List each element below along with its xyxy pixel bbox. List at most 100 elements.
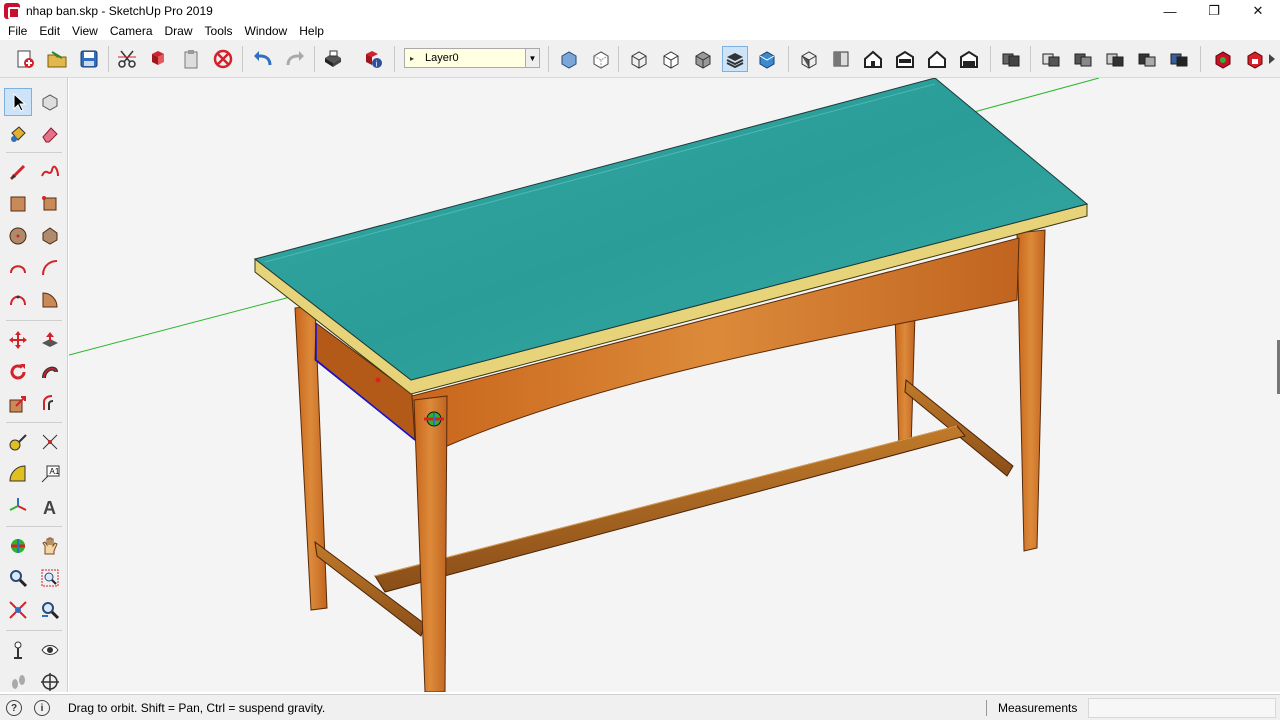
split-icon[interactable] bbox=[1166, 46, 1192, 72]
new-file-icon[interactable] bbox=[12, 46, 38, 72]
menu-file[interactable]: File bbox=[2, 24, 33, 38]
offset-tool-icon[interactable] bbox=[36, 390, 64, 418]
section-plane-icon[interactable] bbox=[36, 668, 64, 696]
cut-icon[interactable] bbox=[114, 46, 140, 72]
arc-tool-icon[interactable] bbox=[4, 254, 32, 282]
follow-me-icon[interactable] bbox=[36, 358, 64, 386]
left-view-icon[interactable] bbox=[956, 46, 982, 72]
extension-warehouse-icon[interactable] bbox=[1210, 46, 1236, 72]
tape-measure-icon[interactable] bbox=[4, 428, 32, 456]
wireframe-style-icon[interactable] bbox=[626, 46, 652, 72]
select-tool-icon[interactable] bbox=[4, 88, 32, 116]
menu-edit[interactable]: Edit bbox=[33, 24, 66, 38]
menu-help[interactable]: Help bbox=[293, 24, 330, 38]
title-bar: nhap ban.skp - SketchUp Pro 2019 — ❐ ✕ bbox=[0, 0, 1280, 22]
layer-dropdown-value: Layer0 bbox=[425, 52, 459, 64]
freehand-tool-icon[interactable] bbox=[36, 158, 64, 186]
copy-icon[interactable] bbox=[146, 46, 172, 72]
zoom-extents-icon[interactable] bbox=[4, 596, 32, 624]
print-icon[interactable] bbox=[320, 46, 346, 72]
window-title: nhap ban.skp - SketchUp Pro 2019 bbox=[26, 4, 213, 18]
look-around-eye-icon[interactable] bbox=[36, 636, 64, 664]
chevron-down-icon[interactable]: ▼ bbox=[525, 49, 539, 67]
monochrome-style-icon[interactable] bbox=[754, 46, 780, 72]
shaded-style-icon[interactable] bbox=[690, 46, 716, 72]
back-edges-style-icon[interactable] bbox=[588, 46, 614, 72]
restore-button[interactable]: ❐ bbox=[1192, 0, 1236, 22]
circle-tool-icon[interactable] bbox=[4, 222, 32, 250]
model-viewport[interactable] bbox=[69, 78, 1280, 692]
previous-view-icon[interactable] bbox=[36, 596, 64, 624]
back-right-leg bbox=[894, 313, 916, 451]
layer-pointer-icon: ▸ bbox=[409, 53, 414, 63]
menu-camera[interactable]: Camera bbox=[104, 24, 159, 38]
position-camera-icon[interactable] bbox=[4, 636, 32, 664]
green-axis-line-back bbox=[973, 78, 1100, 113]
credits-info-icon[interactable]: i bbox=[34, 700, 50, 716]
undo-icon[interactable] bbox=[250, 46, 276, 72]
back-view-icon[interactable] bbox=[924, 46, 950, 72]
scale-tool-icon[interactable] bbox=[4, 390, 32, 418]
status-divider bbox=[986, 700, 987, 716]
front-view-icon[interactable] bbox=[860, 46, 886, 72]
xray-style-icon[interactable] bbox=[556, 46, 582, 72]
minimize-button[interactable]: — bbox=[1148, 0, 1192, 22]
model-info-icon[interactable]: i bbox=[360, 46, 386, 72]
svg-text:A1: A1 bbox=[50, 467, 60, 476]
rectangle-tool-icon[interactable] bbox=[4, 190, 32, 218]
rotated-rectangle-icon[interactable] bbox=[36, 190, 64, 218]
three-point-arc-icon[interactable] bbox=[4, 286, 32, 314]
protractor-icon[interactable] bbox=[4, 460, 32, 488]
two-point-arc-icon[interactable] bbox=[36, 254, 64, 282]
paint-bucket-icon[interactable] bbox=[4, 120, 32, 148]
large-tool-set-palette: A1 A bbox=[0, 78, 68, 692]
svg-text:A: A bbox=[43, 498, 56, 516]
make-component-icon[interactable] bbox=[36, 88, 64, 116]
right-view-icon[interactable] bbox=[892, 46, 918, 72]
toolbar-overflow-icon[interactable] bbox=[1264, 46, 1280, 72]
svg-text:i: i bbox=[376, 60, 378, 69]
3d-text-icon[interactable]: A bbox=[36, 492, 64, 520]
measurements-input[interactable] bbox=[1088, 698, 1276, 718]
geo-location-icon[interactable]: ? bbox=[6, 700, 22, 716]
left-side-stretcher bbox=[314, 540, 426, 637]
close-window-button[interactable]: ✕ bbox=[1236, 0, 1280, 22]
trim-icon[interactable] bbox=[1134, 46, 1160, 72]
subtract-icon[interactable] bbox=[1070, 46, 1096, 72]
intersect-icon[interactable] bbox=[1102, 46, 1128, 72]
outer-shell-icon[interactable] bbox=[998, 46, 1024, 72]
axes-tool-icon[interactable] bbox=[4, 492, 32, 520]
open-folder-icon[interactable] bbox=[44, 46, 70, 72]
erase-delete-icon[interactable] bbox=[210, 46, 236, 72]
paste-icon[interactable] bbox=[178, 46, 204, 72]
dimension-tool-icon[interactable] bbox=[36, 428, 64, 456]
shaded-with-textures-style-icon[interactable] bbox=[722, 46, 748, 72]
move-tool-icon[interactable] bbox=[4, 326, 32, 354]
window-controls: — ❐ ✕ bbox=[1148, 0, 1280, 22]
text-tool-icon[interactable]: A1 bbox=[36, 460, 64, 488]
menu-view[interactable]: View bbox=[66, 24, 104, 38]
walk-footprints-icon[interactable] bbox=[4, 668, 32, 696]
iso-view-icon[interactable] bbox=[796, 46, 822, 72]
layer-dropdown[interactable]: ▸ Layer0 ▼ bbox=[404, 48, 540, 68]
line-tool-icon[interactable] bbox=[4, 158, 32, 186]
orbit-tool-icon[interactable] bbox=[4, 532, 32, 560]
zoom-window-icon[interactable] bbox=[36, 564, 64, 592]
union-icon[interactable] bbox=[1038, 46, 1064, 72]
rotate-tool-icon[interactable] bbox=[4, 358, 32, 386]
front-right-leg bbox=[1016, 229, 1046, 552]
top-view-icon[interactable] bbox=[828, 46, 854, 72]
sketchup-app-icon[interactable] bbox=[4, 3, 20, 19]
eraser-icon[interactable] bbox=[36, 120, 64, 148]
pan-hand-icon[interactable] bbox=[36, 532, 64, 560]
save-icon[interactable] bbox=[76, 46, 102, 72]
menu-draw[interactable]: Draw bbox=[159, 24, 199, 38]
menu-tools[interactable]: Tools bbox=[199, 24, 239, 38]
menu-window[interactable]: Window bbox=[239, 24, 294, 38]
pie-tool-icon[interactable] bbox=[36, 286, 64, 314]
push-pull-icon[interactable] bbox=[36, 326, 64, 354]
zoom-tool-icon[interactable] bbox=[4, 564, 32, 592]
hidden-line-style-icon[interactable] bbox=[658, 46, 684, 72]
redo-icon[interactable] bbox=[282, 46, 308, 72]
polygon-tool-icon[interactable] bbox=[36, 222, 64, 250]
